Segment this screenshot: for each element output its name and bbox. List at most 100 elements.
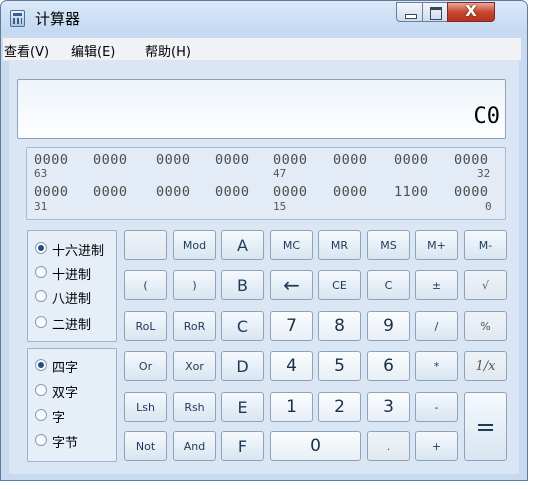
clear-key[interactable]: C [367, 270, 410, 300]
right-shift-key[interactable]: Rsh [173, 392, 216, 422]
radio-button[interactable] [35, 409, 47, 421]
hex-d-key[interactable]: D [221, 351, 264, 381]
radio-label: 字节 [52, 436, 79, 451]
bit-group: 0000 [93, 184, 128, 200]
hex-f-key[interactable]: F [221, 431, 264, 461]
rotate-left-key[interactable]: RoL [124, 311, 167, 341]
radio-label: 十进制 [52, 268, 92, 283]
maximize-button[interactable] [422, 2, 448, 22]
radio-label: 八进制 [52, 292, 92, 307]
hex-a-key[interactable]: A [221, 230, 264, 260]
bit-position: 32 [477, 167, 491, 180]
radio-label: 四字 [52, 361, 79, 376]
digit-2-key[interactable]: 2 [318, 392, 361, 422]
hex-c-key[interactable]: C [221, 311, 264, 341]
radio-button[interactable] [35, 434, 47, 446]
radio-label: 十六进制 [52, 244, 105, 259]
radio-button[interactable] [35, 266, 47, 278]
right-paren-key[interactable]: ) [173, 270, 216, 300]
blank-key [124, 230, 167, 260]
hex-b-key[interactable]: B [221, 270, 264, 300]
radio-button[interactable] [35, 290, 47, 302]
or-key[interactable]: Or [124, 351, 167, 381]
xor-key[interactable]: Xor [173, 351, 216, 381]
window-title: 计算器 [35, 10, 81, 28]
digit-7-key[interactable]: 7 [270, 311, 313, 341]
bit-position: 63 [34, 167, 48, 180]
multiply-key[interactable]: * [415, 351, 458, 381]
left-paren-key[interactable]: ( [124, 270, 167, 300]
radio-button[interactable] [35, 359, 47, 371]
subtract-key[interactable]: - [415, 392, 458, 422]
memory-subtract-key[interactable]: M- [464, 230, 507, 260]
memory-clear-key[interactable]: MC [270, 230, 313, 260]
bit-group: 0000 [215, 184, 250, 200]
digit-9-key[interactable]: 9 [367, 311, 410, 341]
radio-label: 双字 [52, 386, 79, 401]
divide-key[interactable]: / [415, 311, 458, 341]
digit-3-key[interactable]: 3 [367, 392, 410, 422]
bit-group: 0000 [394, 152, 429, 168]
binary-bit-display: 0000 0000 0000 0000 0000 0000 0000 0000 … [26, 147, 506, 220]
bit-position: 15 [273, 200, 287, 213]
maximize-icon [430, 7, 442, 20]
bit-position: 31 [34, 200, 48, 213]
hex-e-key[interactable]: E [221, 392, 264, 422]
word-size-group: 四字 双字 字 字节 [27, 348, 117, 462]
square-root-key[interactable]: √ [464, 270, 507, 300]
bit-group: 0000 [333, 152, 368, 168]
radio-button[interactable] [35, 316, 47, 328]
menu-bar: 查看(V) 编辑(E) 帮助(H) [3, 38, 521, 61]
bit-position: 47 [273, 167, 287, 180]
equals-key[interactable]: = [464, 392, 507, 461]
backspace-key[interactable]: ← [270, 270, 313, 300]
digit-8-key[interactable]: 8 [318, 311, 361, 341]
bit-group: 0000 [454, 184, 489, 200]
close-icon: X [465, 2, 477, 20]
digit-6-key[interactable]: 6 [367, 351, 410, 381]
bit-group: 0000 [93, 152, 128, 168]
digit-0-key[interactable]: 0 [270, 431, 361, 461]
memory-add-key[interactable]: M+ [415, 230, 458, 260]
add-key[interactable]: + [415, 431, 458, 461]
bit-group: 0000 [333, 184, 368, 200]
digit-5-key[interactable]: 5 [318, 351, 361, 381]
minimize-icon [405, 14, 417, 19]
bit-group: 0000 [34, 184, 69, 200]
not-key[interactable]: Not [124, 431, 167, 461]
radio-label: 二进制 [52, 318, 92, 333]
menu-edit[interactable]: 编辑(E) [71, 41, 115, 60]
digit-1-key[interactable]: 1 [270, 392, 313, 422]
bit-group: 0000 [34, 152, 69, 168]
bit-group: 0000 [156, 152, 191, 168]
calculator-app-icon [10, 10, 25, 27]
left-shift-key[interactable]: Lsh [124, 392, 167, 422]
minimize-button[interactable] [396, 2, 423, 22]
clear-entry-key[interactable]: CE [318, 270, 361, 300]
number-base-group: 十六进制 十进制 八进制 二进制 [27, 230, 117, 342]
bit-group: 0000 [273, 152, 308, 168]
display-value: C0 [473, 104, 501, 129]
menu-view[interactable]: 查看(V) [4, 41, 49, 60]
bit-group: 0000 [273, 184, 308, 200]
mod-key[interactable]: Mod [173, 230, 216, 260]
percent-key[interactable]: % [464, 311, 507, 341]
digit-4-key[interactable]: 4 [270, 351, 313, 381]
result-display: C0 [17, 79, 506, 139]
reciprocal-key[interactable]: 1/x [464, 351, 507, 381]
rotate-right-key[interactable]: RoR [173, 311, 216, 341]
title-bar[interactable]: 计算器 X [1, 1, 527, 33]
radio-label: 字 [52, 411, 66, 426]
bit-group: 1100 [394, 184, 429, 200]
radio-button[interactable] [35, 384, 47, 396]
decimal-point-key[interactable]: . [367, 431, 410, 461]
bit-group: 0000 [215, 152, 250, 168]
menu-help[interactable]: 帮助(H) [145, 41, 191, 60]
close-button[interactable]: X [447, 2, 495, 22]
radio-button[interactable] [35, 242, 47, 254]
negate-key[interactable]: ± [415, 270, 458, 300]
memory-recall-key[interactable]: MR [318, 230, 361, 260]
bit-group: 0000 [454, 152, 489, 168]
memory-store-key[interactable]: MS [367, 230, 410, 260]
and-key[interactable]: And [173, 431, 216, 461]
